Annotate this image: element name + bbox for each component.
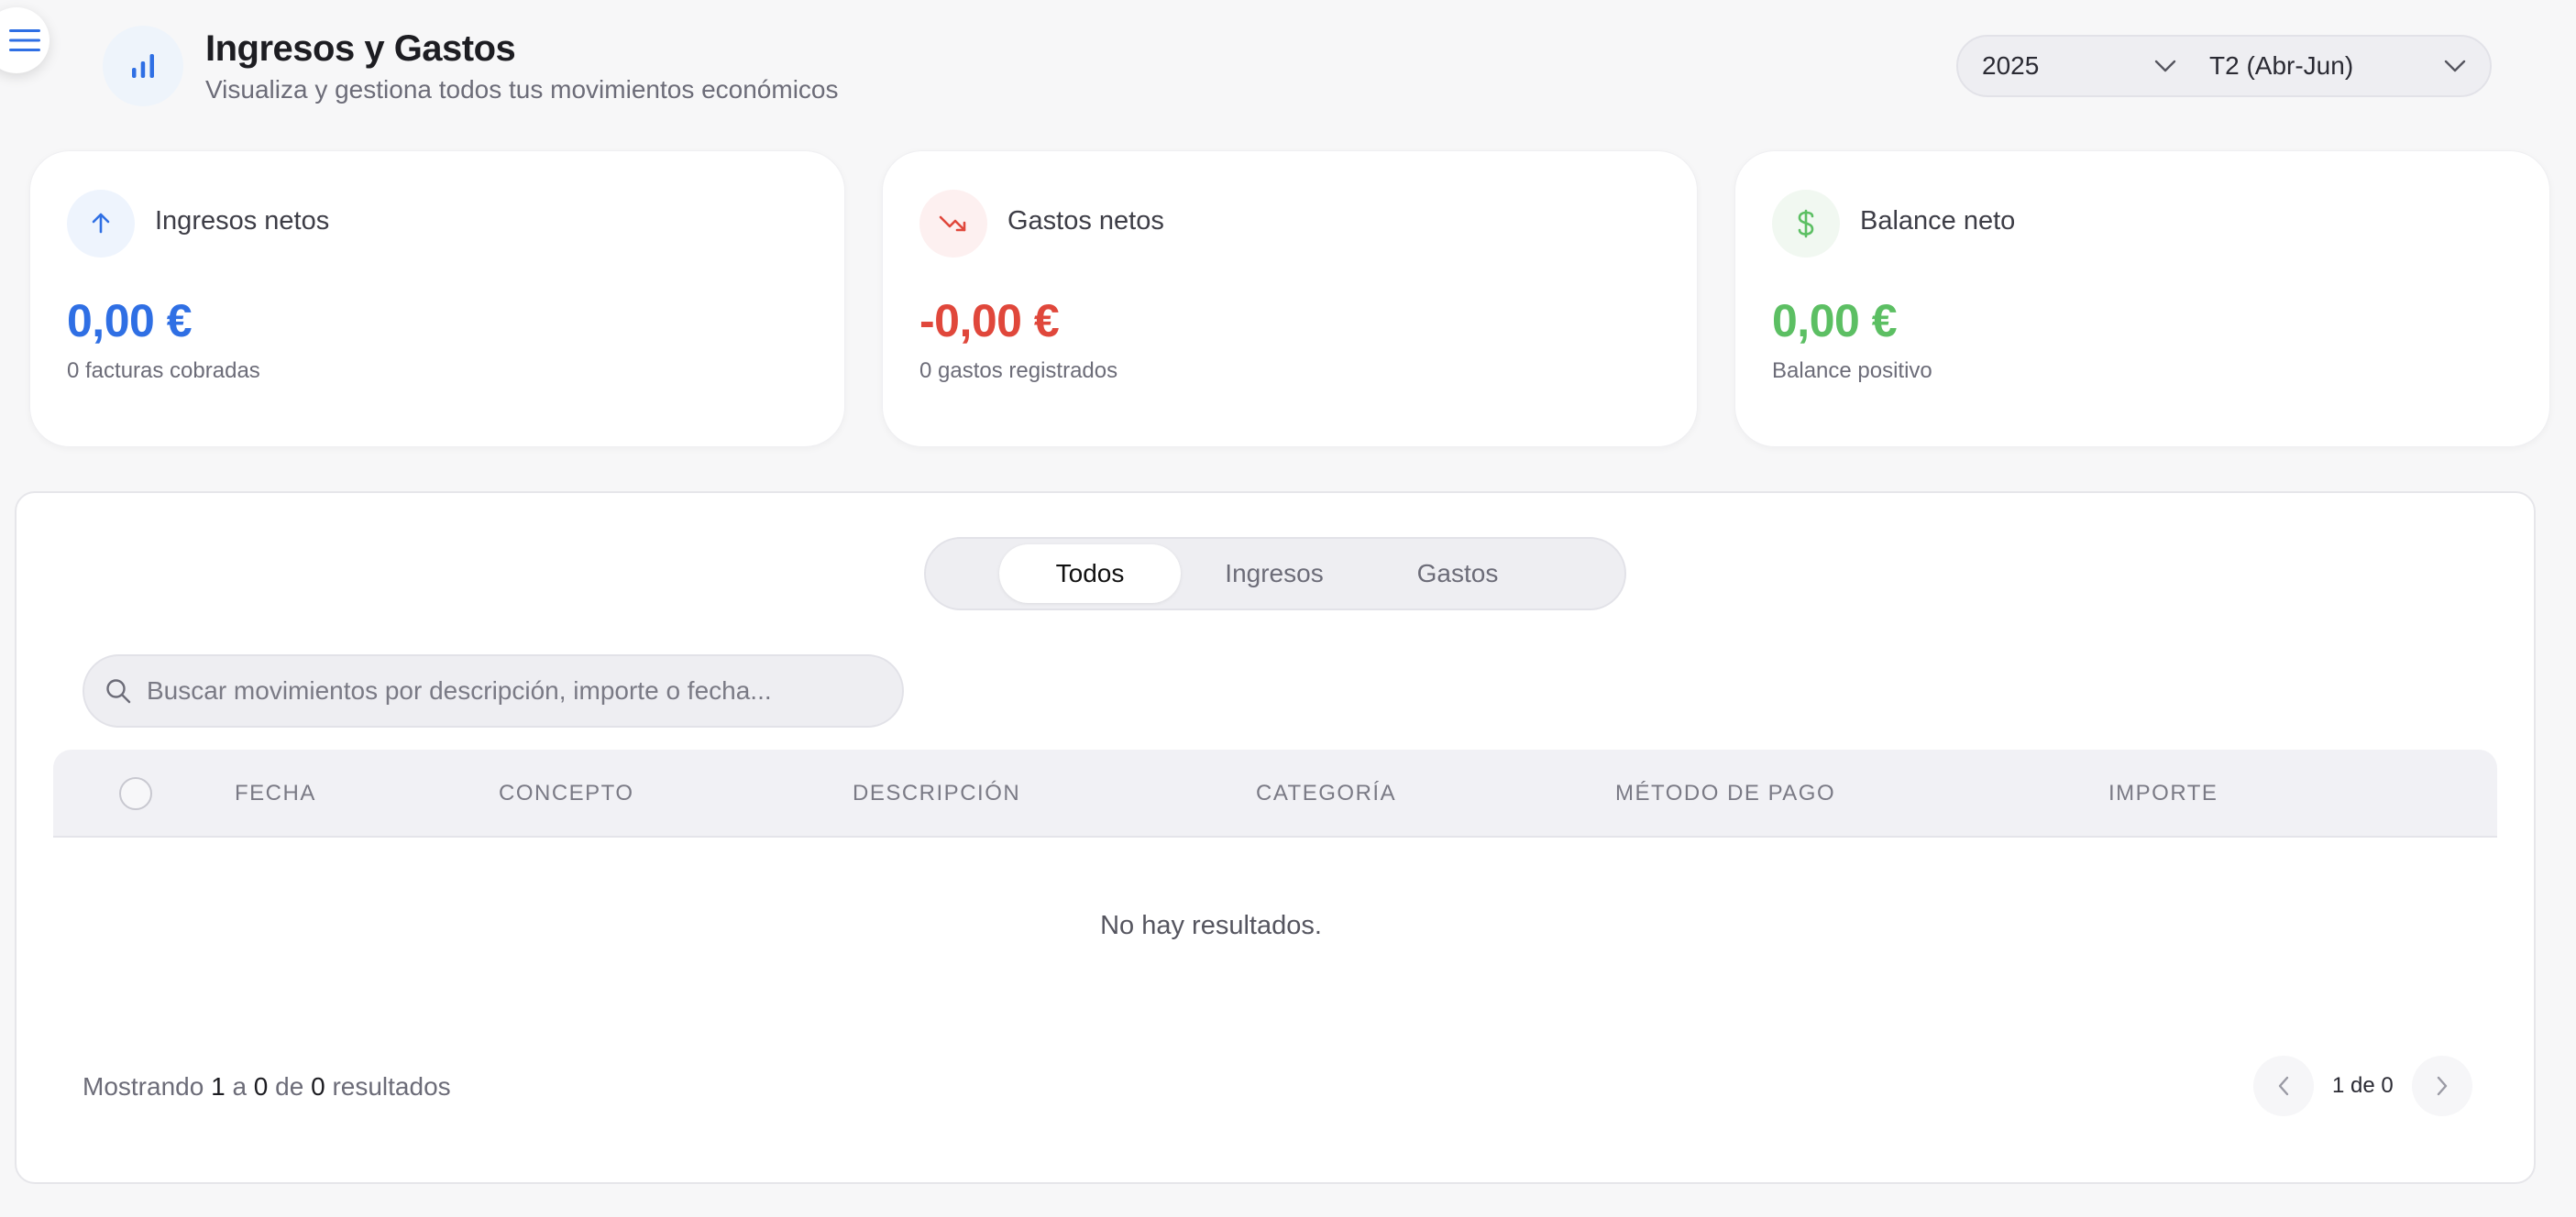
search-box <box>83 654 904 728</box>
column-header-categoria[interactable]: CATEGORÍA <box>1256 781 1396 806</box>
expense-value: -0,00 € <box>919 295 1060 346</box>
table-header: FECHA CONCEPTO DESCRIPCIÓN CATEGORÍA MÉT… <box>53 750 2497 838</box>
column-header-importe[interactable]: IMPORTE <box>2108 781 2218 806</box>
income-label: Ingresos netos <box>155 206 330 236</box>
period-selector: 2025 T2 (Abr-Jun) <box>1956 35 2492 97</box>
bar-chart-icon <box>132 54 154 78</box>
income-value: 0,00 € <box>67 295 193 346</box>
trending-down-icon <box>939 215 966 232</box>
empty-state-message: No hay resultados. <box>1100 911 1322 940</box>
menu-button[interactable] <box>0 7 50 73</box>
filter-tabs: Todos Ingresos Gastos <box>924 537 1626 610</box>
income-icon-badge <box>67 190 135 258</box>
results-from: 1 <box>211 1072 226 1101</box>
hamburger-menu-icon <box>9 29 40 51</box>
results-total: 0 <box>311 1072 325 1101</box>
year-select[interactable]: 2025 <box>1958 37 2200 95</box>
expense-label: Gastos netos <box>1007 206 1164 236</box>
search-icon <box>106 679 131 704</box>
column-header-concepto[interactable]: CONCEPTO <box>499 781 634 806</box>
balance-label: Balance neto <box>1860 206 2016 236</box>
tab-gastos[interactable]: Gastos <box>1366 544 1549 603</box>
quarter-select[interactable]: T2 (Abr-Jun) <box>2200 37 2490 95</box>
results-suffix: resultados <box>332 1072 451 1101</box>
tab-ingresos[interactable]: Ingresos <box>1183 544 1366 603</box>
select-all-checkbox[interactable] <box>119 777 152 810</box>
income-subtext: 0 facturas cobradas <box>67 358 260 383</box>
next-page-button[interactable] <box>2411 1056 2472 1116</box>
page-subtitle: Visualiza y gestiona todos tus movimient… <box>205 75 839 104</box>
expense-icon-badge <box>919 190 987 258</box>
dollar-icon <box>1798 209 1814 238</box>
balance-value: 0,00 € <box>1772 295 1898 346</box>
results-prefix: Mostrando <box>83 1072 204 1101</box>
year-select-value: 2025 <box>1982 51 2040 80</box>
arrow-up-icon <box>92 213 110 234</box>
expense-card: Gastos netos -0,00 € 0 gastos registrado… <box>882 150 1698 447</box>
search-input[interactable] <box>147 676 880 706</box>
page-indicator: 1 de 0 <box>2332 1073 2394 1098</box>
quarter-select-value: T2 (Abr-Jun) <box>2209 51 2354 80</box>
results-to: 0 <box>253 1072 269 1101</box>
balance-subtext: Balance positivo <box>1772 358 1932 383</box>
previous-page-button[interactable] <box>2253 1056 2314 1116</box>
column-header-fecha[interactable]: FECHA <box>235 781 316 806</box>
results-de: de <box>275 1072 304 1101</box>
chevron-down-icon <box>2444 60 2466 72</box>
page-header: Ingresos y Gastos Visualiza y gestiona t… <box>205 24 839 106</box>
column-header-descripcion[interactable]: DESCRIPCIÓN <box>853 781 1020 806</box>
movements-panel: Todos Ingresos Gastos FECHA CONCEPTO DES… <box>15 491 2536 1184</box>
results-a: a <box>232 1072 248 1101</box>
balance-icon-badge <box>1772 190 1840 258</box>
pagination: 1 de 0 <box>2253 1056 2472 1116</box>
expense-subtext: 0 gastos registrados <box>919 358 1118 383</box>
balance-card: Balance neto 0,00 € Balance positivo <box>1734 150 2550 447</box>
chevron-right-icon <box>2437 1076 2447 1096</box>
tab-todos[interactable]: Todos <box>999 544 1181 603</box>
page-title: Ingresos y Gastos <box>205 28 516 69</box>
results-summary: Mostrando 1 a 0 de 0 resultados <box>83 1072 451 1102</box>
chevron-left-icon <box>2278 1076 2289 1096</box>
chevron-down-icon <box>2154 60 2176 72</box>
header-chart-badge <box>103 26 183 106</box>
column-header-metodo-pago[interactable]: MÉTODO DE PAGO <box>1615 781 1835 806</box>
income-card: Ingresos netos 0,00 € 0 facturas cobrada… <box>29 150 845 447</box>
